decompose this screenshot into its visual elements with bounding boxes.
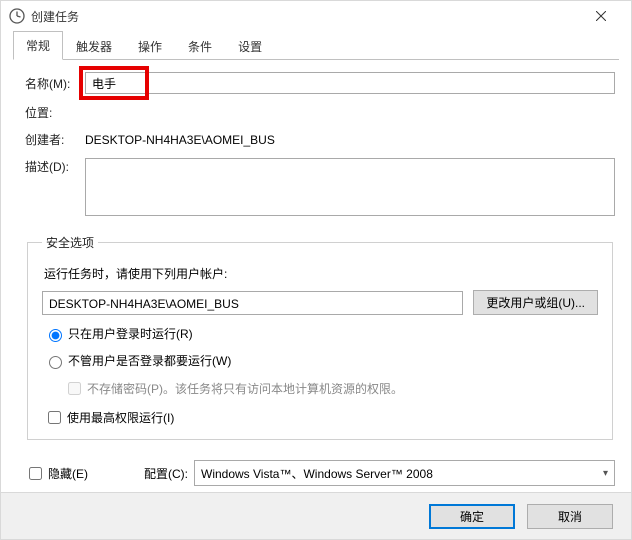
security-legend: 安全选项 xyxy=(42,234,98,251)
name-label: 名称(M): xyxy=(25,75,85,92)
checkbox-highest-privileges-input[interactable] xyxy=(48,411,61,424)
radio-logged-on-label: 只在用户登录时运行(R) xyxy=(68,325,193,342)
radio-any-time-label: 不管用户是否登录都要运行(W) xyxy=(68,352,231,369)
tab-actions[interactable]: 操作 xyxy=(125,32,175,60)
titlebar: 创建任务 xyxy=(1,1,631,31)
security-options-group: 安全选项 运行任务时，请使用下列用户帐户: DESKTOP-NH4HA3E\AO… xyxy=(27,234,613,440)
window-title: 创建任务 xyxy=(31,8,79,25)
configure-value: Windows Vista™、Windows Server™ 2008 xyxy=(201,465,433,482)
radio-any-time[interactable]: 不管用户是否登录都要运行(W) xyxy=(44,352,598,369)
creator-value: DESKTOP-NH4HA3E\AOMEI_BUS xyxy=(85,133,615,147)
checkbox-no-store-password-label: 不存储密码(P)。该任务将只有访问本地计算机资源的权限。 xyxy=(87,380,403,397)
name-input[interactable] xyxy=(85,72,615,94)
dialog-footer: 确定 取消 xyxy=(1,492,631,539)
checkbox-hidden-label: 隐藏(E) xyxy=(48,465,88,482)
change-user-button[interactable]: 更改用户或组(U)... xyxy=(473,290,598,315)
tab-general-panel: 名称(M): 位置: 创建者: DESKTOP-NH4HA3E\AOMEI_BU… xyxy=(1,60,631,454)
checkbox-hidden-input[interactable] xyxy=(29,467,42,480)
description-input[interactable] xyxy=(85,158,615,216)
create-task-window: 创建任务 常规 触发器 操作 条件 设置 名称(M): 位置: xyxy=(0,0,632,540)
chevron-down-icon: ▾ xyxy=(603,468,608,479)
tab-general[interactable]: 常规 xyxy=(13,31,63,60)
location-label: 位置: xyxy=(25,104,85,121)
creator-label: 创建者: xyxy=(25,131,85,148)
checkbox-highest-privileges[interactable]: 使用最高权限运行(I) xyxy=(44,408,598,427)
checkbox-no-store-password: 不存储密码(P)。该任务将只有访问本地计算机资源的权限。 xyxy=(64,379,598,398)
close-button[interactable] xyxy=(579,1,623,31)
app-icon xyxy=(9,8,25,24)
radio-logged-on[interactable]: 只在用户登录时运行(R) xyxy=(44,325,598,342)
radio-logged-on-input[interactable] xyxy=(49,329,62,342)
tab-strip: 常规 触发器 操作 条件 设置 xyxy=(13,31,619,60)
radio-any-time-input[interactable] xyxy=(49,356,62,369)
description-label: 描述(D): xyxy=(25,158,85,175)
ok-button[interactable]: 确定 xyxy=(429,504,515,529)
checkbox-highest-privileges-label: 使用最高权限运行(I) xyxy=(67,409,174,426)
security-prompt: 运行任务时，请使用下列用户帐户: xyxy=(44,265,598,282)
bottom-row: 隐藏(E) 配置(C): Windows Vista™、Windows Serv… xyxy=(1,454,631,492)
configure-combobox[interactable]: Windows Vista™、Windows Server™ 2008 ▾ xyxy=(194,460,615,486)
tab-conditions[interactable]: 条件 xyxy=(175,32,225,60)
close-icon xyxy=(596,11,606,21)
checkbox-no-store-password-input xyxy=(68,382,81,395)
cancel-button[interactable]: 取消 xyxy=(527,504,613,529)
tab-triggers[interactable]: 触发器 xyxy=(63,32,125,60)
user-account-field: DESKTOP-NH4HA3E\AOMEI_BUS xyxy=(42,291,463,315)
configure-label: 配置(C): xyxy=(144,465,188,482)
tab-settings[interactable]: 设置 xyxy=(225,32,275,60)
checkbox-hidden[interactable]: 隐藏(E) xyxy=(25,464,88,483)
